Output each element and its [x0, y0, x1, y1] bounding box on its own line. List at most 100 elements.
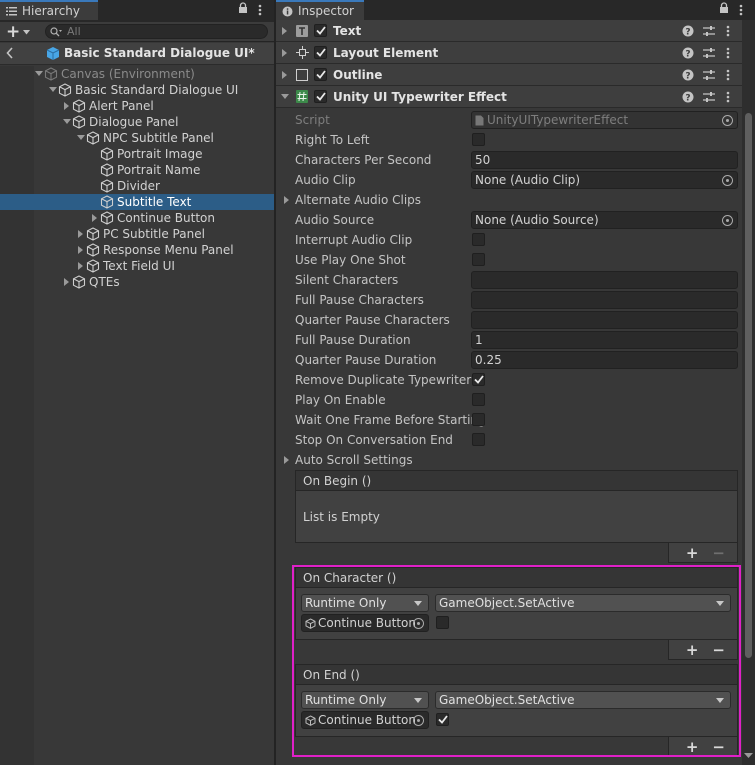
- gameobject-icon: [72, 99, 86, 113]
- component-menu-icon[interactable]: [726, 25, 730, 37]
- hierarchy-item[interactable]: Portrait Image: [0, 146, 274, 162]
- hierarchy-item[interactable]: Response Menu Panel: [0, 242, 274, 258]
- foldout-open-icon[interactable]: [62, 114, 72, 130]
- hierarchy-item[interactable]: NPC Subtitle Panel: [0, 130, 274, 146]
- foldout-open-icon[interactable]: [34, 66, 44, 82]
- lock-icon[interactable]: [238, 2, 248, 14]
- tab-inspector[interactable]: Inspector: [276, 0, 364, 20]
- hierarchy-item[interactable]: Text Field UI: [0, 258, 274, 274]
- foldout-closed-icon[interactable]: [284, 456, 295, 464]
- component-menu-icon[interactable]: [726, 91, 730, 103]
- property-checkbox[interactable]: [472, 393, 485, 406]
- tab-inspector-label: Inspector: [298, 4, 354, 18]
- foldout-closed-icon[interactable]: [276, 48, 294, 57]
- kebab-menu-icon[interactable]: [739, 4, 743, 16]
- hierarchy-item[interactable]: Basic Standard Dialogue UI: [0, 82, 274, 98]
- create-dropdown[interactable]: +: [6, 23, 36, 41]
- component-menu-icon[interactable]: [726, 69, 730, 81]
- inspector-scrollbar-thumb[interactable]: [745, 113, 752, 658]
- preset-sliders-icon[interactable]: [703, 91, 715, 103]
- property-label-text: Script: [295, 113, 330, 127]
- add-listener-button[interactable]: +: [686, 544, 699, 562]
- foldout-closed-icon[interactable]: [276, 26, 294, 35]
- text-field[interactable]: 0.25: [471, 351, 738, 369]
- help-icon[interactable]: ?: [682, 69, 694, 81]
- list-icon: [6, 6, 17, 16]
- foldout-closed-icon[interactable]: [62, 98, 72, 114]
- property-label-text: Auto Scroll Settings: [295, 453, 413, 467]
- component-enabled-checkbox[interactable]: [314, 90, 327, 103]
- hierarchy-item[interactable]: Continue Button: [0, 210, 274, 226]
- foldout-closed-icon[interactable]: [62, 274, 72, 290]
- property-checkbox[interactable]: [472, 133, 485, 146]
- text-field[interactable]: [471, 311, 738, 329]
- foldout-closed-icon[interactable]: [276, 70, 294, 79]
- scroll-down-arrow-icon[interactable]: [744, 753, 753, 759]
- hierarchy-item[interactable]: Canvas (Environment): [0, 66, 274, 82]
- hierarchy-item-label: Portrait Image: [117, 147, 203, 161]
- hierarchy-item[interactable]: Portrait Name: [0, 162, 274, 178]
- back-arrow-icon[interactable]: [6, 47, 14, 59]
- text-field[interactable]: [471, 291, 738, 309]
- foldout-closed-icon[interactable]: [76, 226, 86, 242]
- tab-hierarchy[interactable]: Hierarchy: [0, 0, 98, 20]
- hierarchy-item[interactable]: Alert Panel: [0, 98, 274, 114]
- property-label-text: Audio Clip: [295, 173, 356, 187]
- property-label: Wait One Frame Before Starting: [295, 410, 486, 430]
- hierarchy-search[interactable]: All: [45, 24, 268, 39]
- property-label-text: Right To Left: [295, 133, 370, 147]
- text-field[interactable]: 50: [471, 151, 738, 169]
- component-enabled-checkbox[interactable]: [314, 46, 327, 59]
- gameobject-icon: [86, 131, 100, 145]
- object-picker-icon[interactable]: [722, 115, 733, 126]
- property-checkbox[interactable]: [472, 373, 485, 386]
- hierarchy-item[interactable]: QTEs: [0, 274, 274, 290]
- component-header[interactable]: Unity UI Typewriter Effect?: [276, 86, 742, 108]
- hierarchy-item[interactable]: PC Subtitle Panel: [0, 226, 274, 242]
- foldout-closed-icon[interactable]: [284, 196, 295, 204]
- property-label[interactable]: Alternate Audio Clips: [284, 190, 421, 210]
- object-picker-icon[interactable]: [722, 175, 733, 186]
- remove-listener-button[interactable]: −: [712, 544, 725, 562]
- text-field[interactable]: [471, 271, 738, 289]
- property-checkbox[interactable]: [472, 233, 485, 246]
- foldout-closed-icon[interactable]: [90, 210, 100, 226]
- property-checkbox[interactable]: [472, 433, 485, 446]
- inspector-panel: Inspector Text? Layout Element? Outline? Un…: [276, 0, 755, 765]
- component-header[interactable]: Text?: [276, 20, 742, 42]
- help-icon[interactable]: ?: [682, 25, 694, 37]
- on-begin-title: On Begin (): [303, 473, 372, 488]
- hierarchy-item-label: Dialogue Panel: [89, 115, 179, 129]
- preset-sliders-icon[interactable]: [703, 25, 715, 37]
- foldout-closed-icon[interactable]: [76, 242, 86, 258]
- help-icon[interactable]: ?: [682, 47, 694, 59]
- preset-sliders-icon[interactable]: [703, 69, 715, 81]
- property-checkbox[interactable]: [472, 253, 485, 266]
- kebab-menu-icon[interactable]: [258, 4, 262, 16]
- help-icon[interactable]: ?: [682, 91, 694, 103]
- hierarchy-item-label: QTEs: [89, 275, 120, 289]
- text-field[interactable]: 1: [471, 331, 738, 349]
- component-header[interactable]: Layout Element?: [276, 42, 742, 64]
- object-field[interactable]: None (Audio Clip): [471, 171, 738, 189]
- lock-icon[interactable]: [719, 2, 729, 14]
- hierarchy-item[interactable]: Subtitle Text: [0, 194, 274, 210]
- component-header[interactable]: Outline?: [276, 64, 742, 86]
- property-checkbox[interactable]: [472, 413, 485, 426]
- component-enabled-checkbox[interactable]: [314, 68, 327, 81]
- gameobject-icon: [86, 243, 100, 257]
- foldout-open-icon[interactable]: [48, 82, 58, 98]
- object-picker-icon[interactable]: [722, 215, 733, 226]
- hierarchy-item[interactable]: Divider: [0, 178, 274, 194]
- chevron-down-icon: [23, 29, 31, 35]
- property-label[interactable]: Auto Scroll Settings: [284, 450, 413, 470]
- component-enabled-checkbox[interactable]: [314, 24, 327, 37]
- object-field[interactable]: None (Audio Source): [471, 211, 738, 229]
- preset-sliders-icon[interactable]: [703, 47, 715, 59]
- foldout-open-icon[interactable]: [76, 130, 86, 146]
- component-menu-icon[interactable]: [726, 47, 730, 59]
- hierarchy-item-label: Text Field UI: [103, 259, 175, 273]
- hierarchy-item[interactable]: Dialogue Panel: [0, 114, 274, 130]
- foldout-closed-icon[interactable]: [76, 258, 86, 274]
- foldout-open-icon[interactable]: [276, 93, 294, 100]
